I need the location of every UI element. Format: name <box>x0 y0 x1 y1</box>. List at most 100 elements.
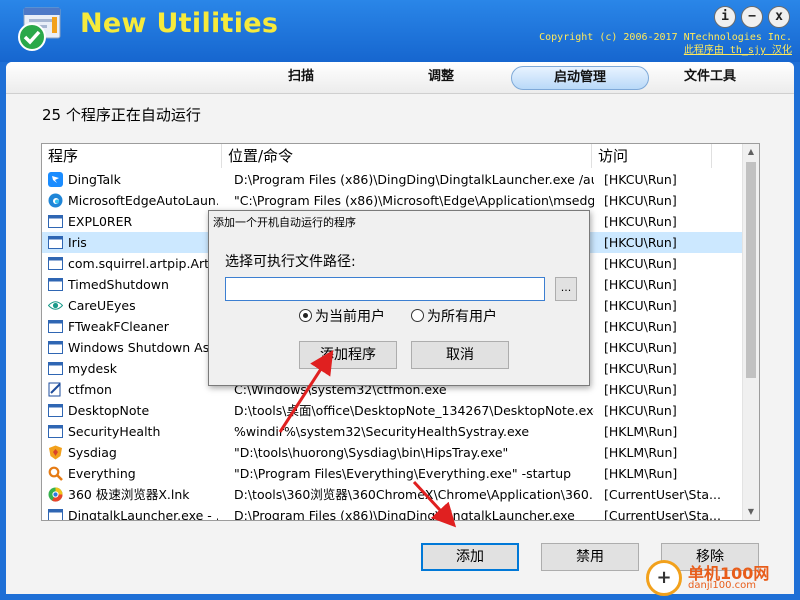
tab-startup-manager[interactable]: 启动管理 <box>511 66 649 90</box>
program-cell: MicrosoftEdgeAutoLaun... <box>44 190 218 211</box>
program-cell: SecurityHealth <box>44 421 218 442</box>
access-cell: [HKCU\Run] <box>604 193 677 208</box>
table-row[interactable]: DingtalkLauncher.exe - ... D:\Program Fil… <box>42 505 743 521</box>
program-name: TimedShutdown <box>68 277 169 292</box>
command-cell: "C:\Program Files (x86)\Microsoft\Edge\A… <box>234 193 594 208</box>
program-name: ctfmon <box>68 382 112 397</box>
vertical-scrollbar[interactable]: ▲ ▼ <box>742 144 759 520</box>
eye-icon <box>47 298 64 313</box>
tab-tweak[interactable]: 调整 <box>401 66 481 90</box>
table-row[interactable]: Sysdiag "D:\tools\huorong\Sysdiag\bin\Hip… <box>42 442 743 463</box>
radio-unchecked-icon <box>411 309 424 322</box>
add-button[interactable]: 添加 <box>421 543 519 571</box>
add-program-button[interactable]: 添加程序 <box>299 341 397 369</box>
window-icon <box>48 403 63 418</box>
command-cell: "D:\Program Files\Everything\Everything.… <box>234 466 572 481</box>
app-title: New Utilities <box>80 8 279 39</box>
browse-button[interactable]: ... <box>555 277 577 301</box>
program-cell: FTweakFCleaner <box>44 316 218 337</box>
command-cell: D:\tools\桌面\office\DesktopNote_134267\De… <box>234 403 594 418</box>
program-name: DingtalkLauncher.exe - ... <box>68 508 218 521</box>
radio-all-users-label: 为所有用户 <box>427 309 497 325</box>
program-cell: Windows Shutdown Assi... <box>44 337 218 358</box>
dingtalk-icon <box>48 172 63 187</box>
program-name: Windows Shutdown Assi... <box>68 340 218 355</box>
access-cell: [HKCU\Run] <box>604 214 677 229</box>
copyright-line: Copyright (c) 2006-2017 NTechnologies In… <box>539 32 792 43</box>
command-cell: D:\Program Files (x86)\DingDing\Dingtalk… <box>234 172 594 187</box>
program-name: FTweakFCleaner <box>68 319 169 334</box>
access-cell: [HKCU\Run] <box>604 403 677 418</box>
copyright-text: Copyright (c) 2006-2017 NTechnologies In… <box>539 31 792 57</box>
close-button[interactable]: x <box>768 6 790 28</box>
tab-file-tools[interactable]: 文件工具 <box>670 66 750 90</box>
window-icon <box>48 424 63 439</box>
program-name: EXPL0RER <box>68 214 133 229</box>
table-row[interactable]: DesktopNote D:\tools\桌面\office\DesktopNot… <box>42 400 743 421</box>
program-name: Everything <box>68 466 136 481</box>
add-startup-dialog: 添加一个开机自动运行的程序 选择可执行文件路径: ... 为当前用户 为所有用户… <box>208 210 590 386</box>
program-cell: DingTalk <box>44 169 218 190</box>
disable-button[interactable]: 禁用 <box>541 543 639 571</box>
program-cell: DingtalkLauncher.exe - ... <box>44 505 218 521</box>
program-cell: EXPL0RER <box>44 211 218 232</box>
access-cell: [HKLM\Run] <box>604 466 678 481</box>
access-cell: [HKCU\Run] <box>604 382 677 397</box>
access-cell: [HKCU\Run] <box>604 361 677 376</box>
table-row[interactable]: DingTalk D:\Program Files (x86)\DingDing\… <box>42 169 743 190</box>
window-icon <box>48 214 63 229</box>
app-logo-icon <box>18 7 61 51</box>
program-cell: Iris <box>44 232 218 253</box>
executable-path-input[interactable] <box>225 277 545 301</box>
table-row[interactable]: 360 极速浏览器X.lnk D:\tools\360浏览器\360ChromeX… <box>42 484 743 505</box>
minimize-button[interactable]: − <box>741 6 763 28</box>
table-row[interactable]: Everything "D:\Program Files\Everything\E… <box>42 463 743 484</box>
program-cell: CareUEyes <box>44 295 218 316</box>
access-cell: [HKCU\Run] <box>604 298 677 313</box>
program-cell: 360 极速浏览器X.lnk <box>44 484 218 505</box>
scroll-up-icon[interactable]: ▲ <box>743 144 759 160</box>
access-cell: [HKCU\Run] <box>604 235 677 250</box>
dialog-title: 添加一个开机自动运行的程序 <box>213 216 356 229</box>
access-cell: [HKCU\Run] <box>604 340 677 355</box>
window-icon <box>48 340 63 355</box>
program-cell: Sysdiag <box>44 442 218 463</box>
program-cell: DesktopNote <box>44 400 218 421</box>
info-button[interactable]: i <box>714 6 736 28</box>
radio-current-user[interactable]: 为当前用户 <box>299 307 385 327</box>
access-cell: [HKLM\Run] <box>604 424 678 439</box>
magnifier-icon <box>48 466 63 481</box>
radio-all-users[interactable]: 为所有用户 <box>411 307 497 327</box>
program-name: Sysdiag <box>68 445 117 460</box>
tab-scan[interactable]: 扫描 <box>261 66 341 90</box>
program-name: 360 极速浏览器X.lnk <box>68 487 190 502</box>
program-name: com.squirrel.artpip.Artpip <box>68 256 218 271</box>
column-header-command[interactable]: 位置/命令 <box>222 144 592 168</box>
scroll-down-icon[interactable]: ▼ <box>743 504 759 520</box>
tab-bar: 扫描 调整 启动管理 文件工具 <box>6 62 794 94</box>
translator-link[interactable]: 此程序由 th_sjy 汉化 <box>539 44 792 57</box>
table-row[interactable]: MicrosoftEdgeAutoLaun... "C:\Program File… <box>42 190 743 211</box>
dialog-cancel-button[interactable]: 取消 <box>411 341 509 369</box>
watermark: + 单机100网 danji100.com <box>646 558 796 598</box>
shield-icon <box>48 445 63 460</box>
program-name: SecurityHealth <box>68 424 161 439</box>
access-cell: [HKCU\Run] <box>604 277 677 292</box>
column-header-program[interactable]: 程序 <box>42 144 222 168</box>
program-cell: Everything <box>44 463 218 484</box>
access-cell: [HKCU\Run] <box>604 256 677 271</box>
program-cell: com.squirrel.artpip.Artpip <box>44 253 218 274</box>
access-cell: [HKCU\Run] <box>604 319 677 334</box>
table-row[interactable]: SecurityHealth %windir%\system32\Security… <box>42 421 743 442</box>
scroll-thumb[interactable] <box>746 162 756 378</box>
program-name: MicrosoftEdgeAutoLaun... <box>68 193 218 208</box>
path-label: 选择可执行文件路径: <box>225 254 356 270</box>
window-icon <box>48 235 63 250</box>
watermark-url: danji100.com <box>688 580 756 591</box>
program-cell: mydesk <box>44 358 218 379</box>
startup-count-text: 25 个程序正在自动运行 <box>42 106 201 124</box>
command-cell: D:\tools\360浏览器\360ChromeX\Chrome\Applic… <box>234 487 594 502</box>
program-name: Iris <box>68 235 87 250</box>
column-header-access[interactable]: 访问 <box>592 144 712 168</box>
command-cell: "D:\tools\huorong\Sysdiag\bin\HipsTray.e… <box>234 445 509 460</box>
